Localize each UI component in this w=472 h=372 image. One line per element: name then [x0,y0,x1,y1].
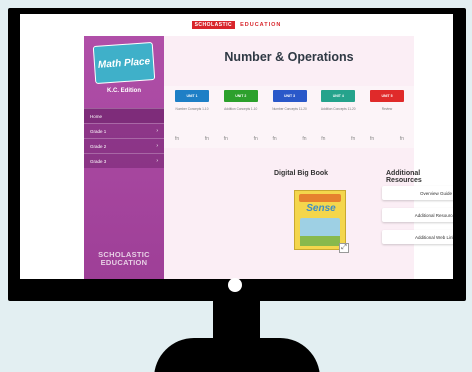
page-title: Number & Operations [224,50,354,64]
unit-title: Review [381,107,393,111]
overview-guide-button[interactable]: Overview Guide [382,186,453,200]
sidebar-item-label: Home [90,113,103,119]
book-illustration [300,218,340,246]
site-header: SCHOLASTIC EDUCATION [20,14,453,36]
chevron-right-icon: › [156,158,158,164]
resource-icon[interactable]: fn [351,136,355,142]
book-cover-title: Sense [306,203,336,214]
unit-card-2: UNIT 2 Addition Concepts 1-10 fn fn [221,90,261,142]
resource-icon[interactable]: fn [321,136,325,142]
sidebar-item-label: Grade 3 [90,158,107,164]
unit-title: Number Concepts 11-20 [272,107,307,111]
resource-icon[interactable]: fn [273,136,277,142]
additional-resources-heading: Additional Resources [386,170,422,184]
big-book-cover[interactable]: Sense ⤢ [294,190,349,253]
monitor-bezel: SCHOLASTIC EDUCATION Math Place K.C. Edi… [8,8,466,301]
unit-5-button[interactable]: UNIT 5 [370,90,404,102]
resource-icon[interactable]: fn [400,136,404,142]
math-place-logo[interactable]: Math Place [92,41,156,85]
sidebar-item-grade-3[interactable]: Grade 3 › [84,153,164,168]
unit-card-3: UNIT 3 Number Concepts 11-20 fn fn [270,90,310,142]
scholastic-logo[interactable]: SCHOLASTIC [191,21,236,29]
sidebar: Math Place K.C. Edition Home Grade 1 › G… [84,36,164,279]
unit-title: Number Concepts 1-10 [175,107,209,111]
expand-icon[interactable]: ⤢ [339,243,349,253]
monitor-screen: SCHOLASTIC EDUCATION Math Place K.C. Edi… [20,14,453,279]
unit-list: UNIT 1 Number Concepts 1-10 fn fn UNIT 2… [172,90,407,142]
sidebar-item-home[interactable]: Home [84,108,164,123]
unit-2-button[interactable]: UNIT 2 [223,90,258,102]
resource-icon[interactable]: fn [224,136,228,142]
chevron-right-icon: › [156,128,158,134]
unit-title: Addition Concepts 1-10 [224,107,258,111]
additional-web-links-button[interactable]: Additional Web Links [382,230,453,244]
resource-icon[interactable]: fn [175,136,179,142]
unit-3-button[interactable]: UNIT 3 [272,90,307,102]
unit-1-button[interactable]: UNIT 1 [175,90,209,102]
monitor-stand-base [154,338,320,372]
resource-icon[interactable]: fn [370,136,374,142]
monitor-stand-neck [213,301,260,341]
sidebar-item-grade-2[interactable]: Grade 2 › [84,138,164,153]
sidebar-footer-logo: SCHOLASTIC EDUCATION [98,250,150,267]
resource-icon[interactable]: fn [302,136,306,142]
education-label: EDUCATION [240,22,282,28]
power-button [228,278,242,292]
main-content: Number & Operations UNIT 1 Number Concep… [164,36,453,279]
unit-card-4: UNIT 4 Addition Concepts 11-20 fn fn [318,90,358,142]
app-container: Math Place K.C. Edition Home Grade 1 › G… [84,36,453,279]
sidebar-item-label: Grade 1 [90,128,107,134]
chevron-right-icon: › [156,143,158,149]
unit-card-5: UNIT 5 Review fn fn [367,90,407,142]
unit-4-button[interactable]: UNIT 4 [321,90,356,102]
resource-icon[interactable]: fn [205,136,209,142]
sidebar-nav: Home Grade 1 › Grade 2 › Grade 3 › [84,108,164,168]
resource-icon[interactable]: fn [254,136,258,142]
additional-resources-button[interactable]: Additional Resources [382,208,453,222]
book-banner [299,194,341,202]
digital-big-book-heading: Digital Big Book [274,170,329,177]
sidebar-item-grade-1[interactable]: Grade 1 › [84,123,164,138]
edition-label: K.C. Edition [107,88,141,94]
sidebar-item-label: Grade 2 [90,143,107,149]
unit-title: Addition Concepts 11-20 [320,107,356,111]
unit-card-1: UNIT 1 Number Concepts 1-10 fn fn [172,90,212,142]
